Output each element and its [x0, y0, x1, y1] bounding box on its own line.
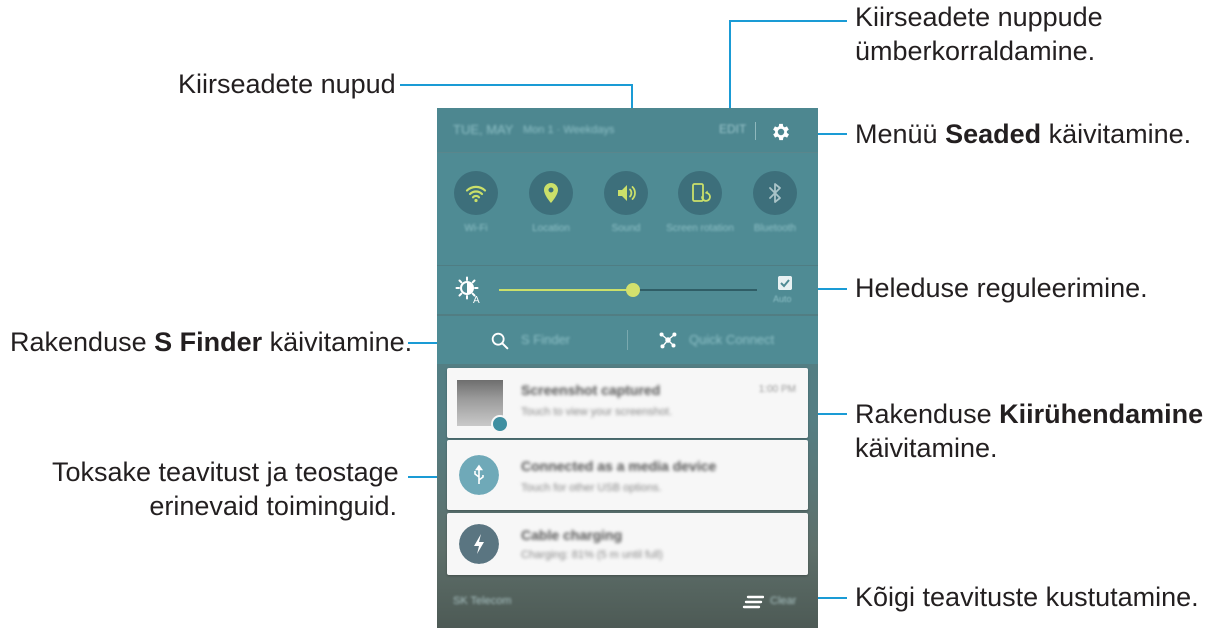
sound-icon — [618, 185, 636, 201]
annotation-rearrange-line1: Kiirseadete nuppude — [855, 2, 1103, 32]
connector-rearrange-h — [729, 20, 847, 22]
quick-setting-bluetooth[interactable] — [753, 171, 797, 215]
notification-subtitle: Touch to view your screenshot. — [521, 406, 673, 418]
carrier-label: SK Telecom — [453, 595, 512, 607]
auto-brightness-label: Auto — [773, 294, 792, 304]
notification-time: 1:00 PM — [758, 384, 796, 395]
quick-setting-label-wifi: Wi-Fi — [464, 223, 488, 234]
gallery-badge-icon — [491, 415, 509, 433]
s-finder-button[interactable]: S Finder — [521, 332, 570, 347]
quick-setting-label-location: Location — [532, 223, 570, 234]
quick-setting-screen-rotation[interactable] — [678, 171, 722, 215]
notification-subtitle: Touch for other USB options. — [521, 482, 662, 494]
edit-button[interactable]: EDIT — [719, 122, 746, 136]
annotation-settings-prefix: Menüü — [855, 119, 946, 149]
annotation-settings: Menüü Seaded käivitamine. — [855, 117, 1191, 151]
annotation-quick-buttons: Kiirseadete nupud — [178, 69, 396, 99]
quick-connect-button[interactable]: Quick Connect — [689, 332, 774, 347]
status-date: Mon 1 · Weekdays — [523, 124, 615, 136]
notification-title: Cable charging — [521, 527, 623, 543]
quick-setting-label-sound: Sound — [611, 223, 641, 234]
search-icon[interactable] — [489, 330, 511, 352]
brightness-panel: A Auto — [437, 266, 818, 314]
notification-title: Connected as a media device — [521, 458, 717, 474]
bottom-bar: SK Telecom Clear — [437, 578, 818, 628]
brightness-slider-thumb[interactable] — [626, 283, 641, 297]
usb-icon — [459, 455, 499, 495]
status-time: TUE, MAY — [453, 122, 514, 137]
quick-setting-location[interactable] — [529, 171, 573, 215]
finder-divider — [627, 330, 628, 350]
annotation-rearrange-line2: ümberkorraldamine. — [855, 36, 1096, 66]
annotation-quick-connect-prefix: Rakenduse — [855, 399, 1000, 429]
annotation-s-finder-suffix: käivitamine. — [262, 327, 413, 357]
notification-card-usb[interactable]: Connected as a media device Touch for ot… — [447, 440, 808, 510]
status-divider — [755, 122, 756, 140]
location-icon — [544, 183, 558, 203]
annotation-s-finder-bold: S Finder — [154, 327, 263, 357]
quick-setting-label-bluetooth: Bluetooth — [753, 223, 797, 234]
notification-subtitle: Charging: 81% (5 m until full) — [521, 549, 663, 561]
status-bar: TUE, MAY Mon 1 · Weekdays EDIT — [437, 108, 818, 152]
annotation-clear-all: Kõigi teavituste kustutamine. — [855, 582, 1199, 612]
quick-setting-wifi[interactable] — [454, 171, 498, 215]
annotation-rearrange: Kiirseadete nuppude ümberkorraldamine. — [855, 0, 1103, 68]
connector-quick-buttons-h — [400, 84, 633, 86]
screen-rotation-icon — [692, 183, 711, 202]
notification-card-charging[interactable]: Cable charging Charging: 81% (5 m until … — [447, 513, 808, 575]
auto-brightness-checkbox[interactable] — [778, 276, 792, 290]
annotation-notification-line1: Toksake teavitust ja teostage — [52, 457, 399, 487]
gear-icon[interactable] — [770, 121, 792, 143]
annotation-brightness: Heleduse reguleerimine. — [855, 273, 1148, 303]
annotation-quick-connect: Rakenduse Kiirühendamine käivitamine. — [855, 397, 1203, 465]
quick-connect-icon[interactable] — [657, 329, 679, 351]
annotation-settings-bold: Seaded — [945, 119, 1042, 149]
annotation-quick-connect-line2: käivitamine. — [855, 433, 998, 463]
annotation-s-finder-prefix: Rakenduse — [10, 327, 155, 357]
notification-panel: TUE, MAY Mon 1 · Weekdays EDIT Wi-Fi Loc… — [437, 108, 818, 628]
annotation-settings-suffix: käivitamine. — [1041, 119, 1192, 149]
annotation-notification-line2: erinevaid toiminguid. — [149, 491, 397, 521]
brightness-slider-fill — [499, 289, 634, 291]
annotation-s-finder: Rakenduse S Finder käivitamine. — [10, 325, 412, 359]
svg-text:A: A — [473, 295, 480, 304]
notification-title: Screenshot captured — [521, 382, 661, 398]
clear-button[interactable]: Clear — [770, 595, 796, 607]
wifi-icon — [465, 185, 487, 203]
brightness-slider[interactable] — [499, 283, 757, 297]
notification-card-screenshot[interactable]: Screenshot captured Touch to view your s… — [447, 368, 808, 438]
annotation-notification: Toksake teavitust ja teostage erinevaid … — [52, 455, 399, 523]
quick-settings-panel: Wi-Fi Location Sound Screen rotation Blu… — [437, 153, 818, 265]
quick-setting-label-screen-rotation: Screen rotation — [666, 223, 734, 234]
clear-all-icon[interactable] — [742, 595, 764, 609]
bluetooth-icon — [769, 183, 781, 203]
finder-bar: S Finder Quick Connect — [437, 316, 818, 364]
quick-setting-sound[interactable] — [604, 171, 648, 215]
auto-brightness-icon: A — [455, 276, 480, 304]
annotation-quick-connect-bold: Kiirühendamine — [999, 399, 1204, 429]
charging-icon — [459, 524, 499, 564]
